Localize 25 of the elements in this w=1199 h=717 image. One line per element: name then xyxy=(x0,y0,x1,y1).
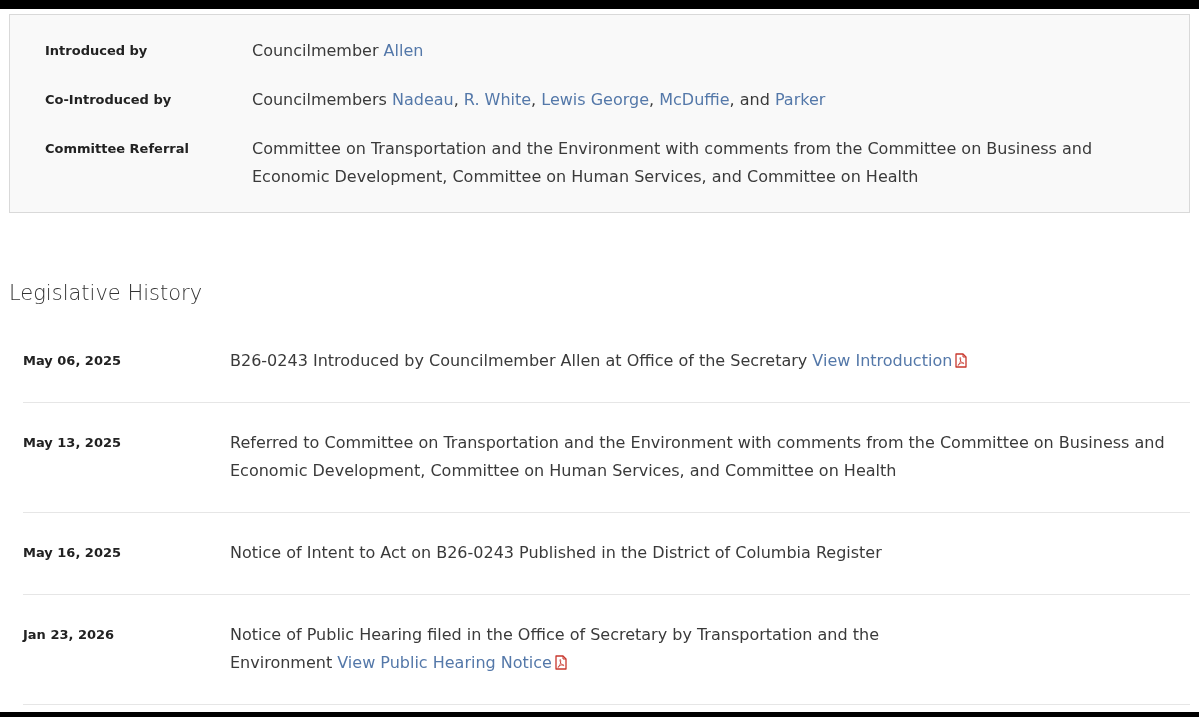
field-value: Councilmembers Nadeau, R. White, Lewis George, McDuffie, and Parker xyxy=(252,90,826,109)
history-date: Jan 23, 2026 xyxy=(23,627,115,642)
history-date: May 06, 2025 xyxy=(23,353,122,368)
member-link[interactable]: Lewis George xyxy=(541,90,650,109)
history-date: May 16, 2025 xyxy=(23,545,122,560)
pdf-file-icon xyxy=(955,353,968,368)
field-value: Councilmember Allen xyxy=(252,41,424,60)
history-description: Referred to Committee on Transportation and the Environment with comments from the Committee on Business and Economic Development, Committee on Human Services, and Committee on Health xyxy=(230,433,1165,480)
history-description: Notice of Public Hearing filed in the Office of Secretary by Transportation and the Environment View Public Hearing Notice xyxy=(230,625,879,672)
member-link[interactable]: McDuffie xyxy=(659,90,730,109)
history-description: B26-0243 Introduced by Councilmember Allen at Office of the Secretary View Introduction xyxy=(230,351,968,370)
member-link[interactable]: R. White xyxy=(463,90,532,109)
member-link[interactable]: Parker xyxy=(774,90,826,109)
member-link[interactable]: Allen xyxy=(383,41,424,60)
section-heading: Legislative History xyxy=(9,280,203,307)
pdf-file-icon xyxy=(554,655,567,670)
field-label: Introduced by xyxy=(45,42,149,60)
field-label: Committee Referral xyxy=(45,140,190,158)
document-link[interactable]: View Introduction xyxy=(812,351,968,370)
field-value: Committee on Transportation and the Environment with comments from the Committee on Business and Economic Development, Committee on Human Services, and Committee on Health xyxy=(252,139,1093,186)
history-date: May 13, 2025 xyxy=(23,435,122,450)
history-description: Notice of Intent to Act on B26-0243 Published in the District of Columbia Register xyxy=(230,543,882,562)
member-link[interactable]: Nadeau xyxy=(391,90,454,109)
field-label: Co-Introduced by xyxy=(45,91,173,109)
document-link[interactable]: View Public Hearing Notice xyxy=(337,653,567,672)
